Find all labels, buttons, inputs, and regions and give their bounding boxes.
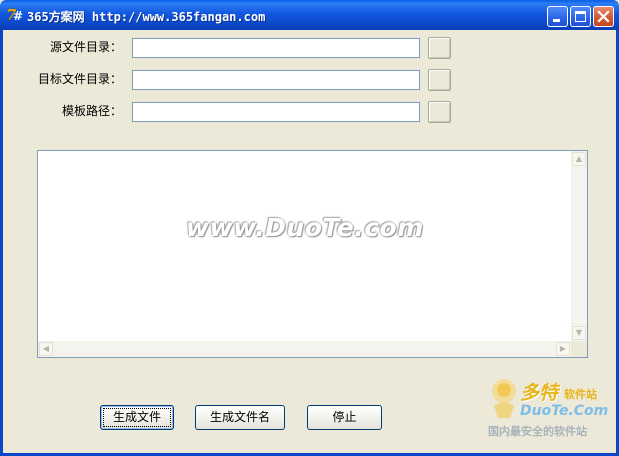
source-dir-label: 源文件目录：	[49, 40, 122, 54]
minimize-icon	[553, 19, 560, 22]
target-dir-browse-button[interactable]	[428, 69, 451, 91]
duote-logo: 多特 软件站 DuoTe.Com 国内最安全的软件站	[484, 376, 616, 442]
window-title: 365方案网 http://www.365fangan.com	[27, 10, 266, 24]
horizontal-scrollbar[interactable]: ◀ ▶	[38, 341, 571, 357]
template-path-input[interactable]	[132, 102, 420, 122]
source-dir-browse-button[interactable]	[428, 37, 451, 59]
logo-brand-text: DuoTe.Com	[520, 403, 609, 419]
mascot-icon	[492, 379, 516, 418]
watermark: www.DuoTe.com	[186, 213, 424, 242]
logo-software-station: 软件站	[564, 388, 597, 401]
maximize-icon	[575, 11, 586, 22]
close-icon	[597, 10, 610, 23]
stop-button[interactable]: 停止	[307, 405, 382, 430]
svg-text:#: #	[13, 9, 23, 23]
generate-filename-button[interactable]: 生成文件名	[195, 405, 285, 430]
vertical-scrollbar[interactable]: ▲ ▼	[571, 151, 587, 341]
log-textarea[interactable]: ▲ ▼ ◀ ▶	[37, 150, 588, 358]
maximize-button[interactable]	[570, 6, 591, 27]
target-dir-label: 目标文件目录：	[37, 72, 122, 86]
scroll-right-icon[interactable]: ▶	[556, 342, 570, 356]
minimize-button[interactable]	[547, 6, 568, 27]
scroll-down-icon[interactable]: ▼	[572, 326, 586, 340]
close-button[interactable]	[593, 6, 614, 27]
title-bar[interactable]: 7 # 365方案网 http://www.365fangan.com	[0, 0, 619, 30]
logo-tagline: 国内最安全的软件站	[488, 425, 587, 438]
app-icon: 7 #	[6, 6, 23, 23]
generate-file-button[interactable]: 生成文件	[100, 405, 174, 430]
scroll-left-icon[interactable]: ◀	[39, 342, 53, 356]
template-path-browse-button[interactable]	[428, 101, 451, 123]
source-dir-input[interactable]	[132, 38, 420, 58]
scrollbar-corner	[571, 341, 587, 357]
template-path-label: 模板路径：	[61, 104, 122, 118]
scroll-up-icon[interactable]: ▲	[572, 152, 586, 166]
target-dir-input[interactable]	[132, 70, 420, 90]
logo-duote-cn: 多特	[520, 382, 559, 404]
